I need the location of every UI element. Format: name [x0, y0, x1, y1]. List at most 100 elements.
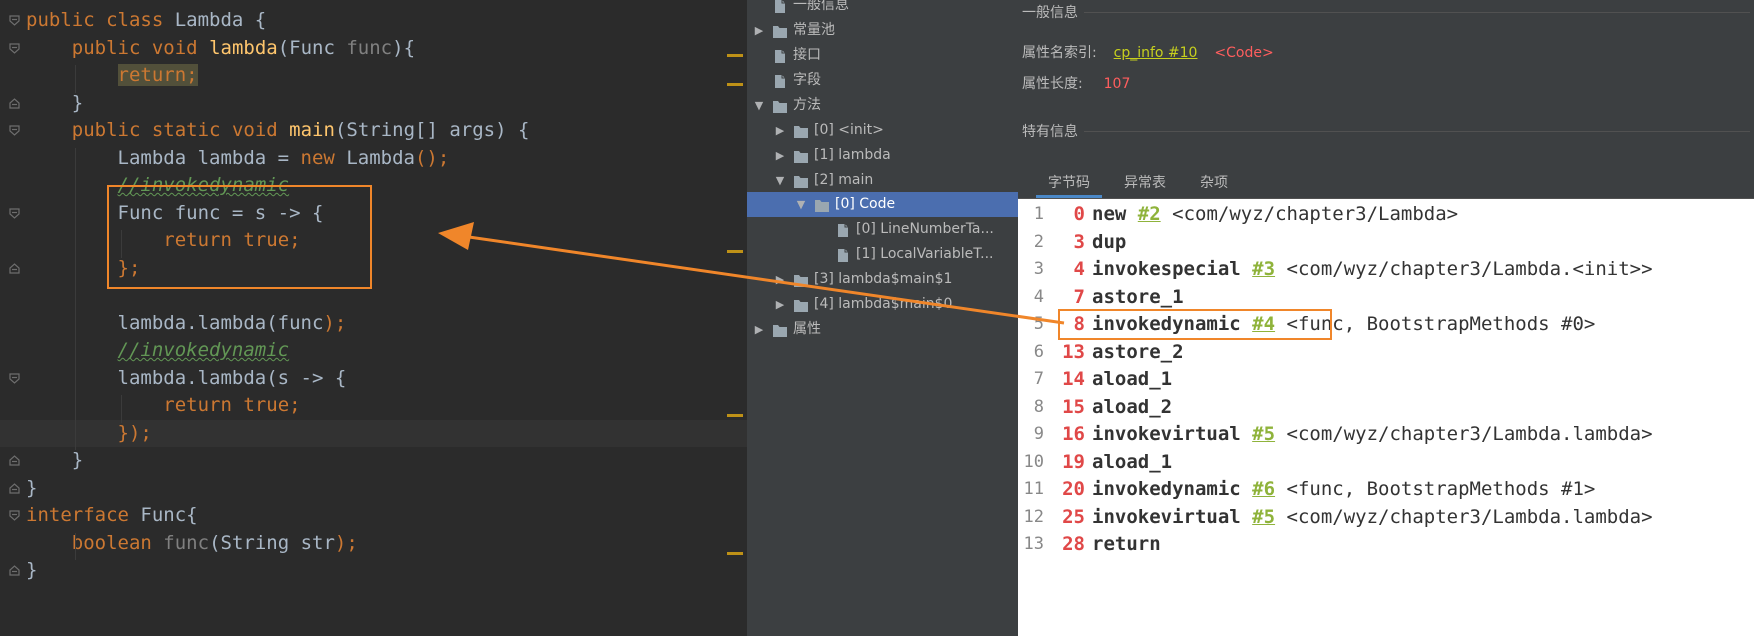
bytecode-line[interactable]: 8 15 aload_2: [1018, 394, 1754, 422]
tree-item[interactable]: ▼ [2] main: [747, 168, 1018, 193]
bytecode-offset: 4: [1073, 258, 1085, 280]
code-line[interactable]: //invokedynamic: [0, 337, 747, 365]
expand-arrow-icon[interactable]: ▼: [753, 93, 765, 118]
code-line[interactable]: Lambda lambda = new Lambda();: [0, 145, 747, 173]
tree-item[interactable]: ▶ [3] lambda$main$1: [747, 267, 1018, 292]
collapse-arrow-icon[interactable]: ▶: [753, 317, 765, 342]
tree-item[interactable]: ▶ 属性: [747, 317, 1018, 342]
warning-marker[interactable]: [727, 54, 743, 57]
bytecode-line[interactable]: 12 25 invokevirtual #5 <com/wyz/chapter3/L…: [1018, 504, 1754, 532]
constant-pool-ref-link[interactable]: #6: [1252, 478, 1275, 500]
tree-item[interactable]: ▼ [0] Code: [747, 192, 1018, 217]
tree-item-label: [2] main: [814, 172, 874, 188]
collapse-arrow-icon[interactable]: ▶: [774, 143, 786, 168]
tree-item[interactable]: [1] LocalVariableT...: [747, 242, 1018, 267]
attr-name-label: 属性名索引:: [1022, 45, 1097, 61]
tree-item[interactable]: ▼ 方法: [747, 93, 1018, 118]
bytecode-line[interactable]: 1 0 new #2 <com/wyz/chapter3/Lambda>: [1018, 201, 1754, 229]
attr-len-value: 107: [1103, 76, 1131, 92]
opcode: aload_1: [1092, 450, 1173, 473]
bytecode-line[interactable]: 9 16 invokevirtual #5 <com/wyz/chapter3/La…: [1018, 421, 1754, 449]
attr-name-link[interactable]: cp_info #10: [1114, 45, 1198, 61]
constant-pool-ref-link[interactable]: #2: [1138, 203, 1161, 225]
code-line[interactable]: lambda.lambda(s -> {: [0, 365, 747, 393]
tree-item[interactable]: 字段: [747, 68, 1018, 93]
tree-item-label: [4] lambda$main$0: [814, 296, 953, 312]
code-line[interactable]: lambda.lambda(func);: [0, 310, 747, 338]
bytecode-instruction: astore_2: [1092, 339, 1184, 367]
code-line[interactable]: boolean func(String str);: [0, 530, 747, 558]
collapse-arrow-icon[interactable]: ▶: [774, 267, 786, 292]
tree-item[interactable]: 一般信息: [747, 0, 1018, 18]
expand-arrow-icon[interactable]: ▼: [795, 192, 807, 217]
constant-pool-ref-link[interactable]: #5: [1252, 506, 1275, 528]
collapse-arrow-icon[interactable]: ▶: [774, 118, 786, 143]
bytecode-line[interactable]: 13 28 return: [1018, 531, 1754, 559]
opcode: invokespecial: [1092, 258, 1241, 280]
tree-item[interactable]: 接口: [747, 43, 1018, 68]
warning-marker[interactable]: [727, 552, 743, 555]
code-line[interactable]: });: [0, 419, 747, 447]
line-number: 13: [1023, 534, 1044, 554]
general-info-title: 一般信息: [1022, 5, 1078, 21]
bytecode-line[interactable]: 11 20 invokedynamic #6 <func, BootstrapMet…: [1018, 476, 1754, 504]
tab-exception-table[interactable]: 异常表: [1112, 168, 1178, 198]
tab-misc[interactable]: 杂项: [1188, 168, 1240, 198]
code-line[interactable]: }: [0, 557, 747, 585]
bytecode-line[interactable]: 10 19 aload_1: [1018, 449, 1754, 477]
line-number: 1: [1033, 204, 1044, 224]
class-structure-tree[interactable]: 一般信息 ▶ 常量池 接口 字段 ▼ 方法 ▶ [0] <init> ▶ [1] lambda ▼ [2…: [747, 0, 1018, 636]
warning-marker[interactable]: [727, 83, 743, 86]
code-line[interactable]: public static void main(String[] args) {: [0, 117, 747, 145]
code-line[interactable]: public class Lambda {: [0, 7, 747, 35]
bytecode-line[interactable]: 3 4 invokespecial #3 <com/wyz/chapter3/Lam…: [1018, 256, 1754, 284]
code-line[interactable]: public void lambda(Func func){: [0, 35, 747, 63]
collapse-arrow-icon[interactable]: ▶: [774, 292, 786, 317]
tree-item[interactable]: [0] LineNumberTa...: [747, 217, 1018, 242]
folder-icon: [814, 197, 830, 212]
file-icon: [835, 247, 851, 262]
code-line[interactable]: return true;: [0, 392, 747, 420]
divider: [1084, 12, 1750, 13]
bytecode-offset: 19: [1062, 450, 1085, 473]
expand-arrow-icon[interactable]: ▼: [774, 168, 786, 193]
collapse-arrow-icon[interactable]: ▶: [753, 18, 765, 43]
bytecode-view[interactable]: 1 0 new #2 <com/wyz/chapter3/Lambda> 2 3 dup 3…: [1018, 199, 1754, 636]
bytecode-instruction: invokedynamic #6 <func, BootstrapMethods…: [1092, 476, 1595, 504]
bytecode-line[interactable]: 7 14 aload_1: [1018, 366, 1754, 394]
opcode: return: [1092, 533, 1161, 555]
bytecode-line[interactable]: 6 13 astore_2: [1018, 339, 1754, 367]
tree-item[interactable]: ▶ [0] <init>: [747, 118, 1018, 143]
folder-icon: [793, 123, 809, 138]
divider: [1084, 131, 1750, 132]
tab-bytecode[interactable]: 字节码: [1036, 168, 1102, 198]
tree-item[interactable]: ▶ [1] lambda: [747, 143, 1018, 168]
bytecode-instruction: astore_1: [1092, 284, 1184, 312]
constant-pool-ref-link[interactable]: #5: [1252, 423, 1275, 445]
code-line[interactable]: }: [0, 90, 747, 118]
opcode: invokedynamic: [1092, 478, 1241, 500]
tree-item[interactable]: ▶ [4] lambda$main$0: [747, 292, 1018, 317]
warning-marker[interactable]: [727, 414, 743, 417]
code-line[interactable]: }: [0, 447, 747, 475]
lambda-highlight-box: [107, 185, 372, 289]
bytecode-line[interactable]: 2 3 dup: [1018, 229, 1754, 257]
opcode: aload_1: [1092, 368, 1173, 390]
code-line[interactable]: return;: [0, 62, 747, 90]
line-number: 4: [1033, 286, 1044, 307]
folder-icon: [793, 173, 809, 188]
tree-item-label: 属性: [793, 321, 821, 337]
bytecode-instruction: invokevirtual #5 <com/wyz/chapter3/Lambd…: [1092, 421, 1653, 449]
code-line[interactable]: interface Func{: [0, 502, 747, 530]
indent-guide: [75, 65, 76, 93]
bytecode-offset: 13: [1062, 340, 1085, 363]
line-number: 5: [1033, 314, 1044, 334]
attribute-detail-panel: 一般信息 属性名索引: cp_info #10 <Code> 属性长度: 107…: [1018, 0, 1754, 636]
bytecode-line[interactable]: 4 7 astore_1: [1018, 284, 1754, 312]
constant-pool-ref-link[interactable]: #3: [1252, 258, 1275, 280]
code-line-text: return;: [117, 64, 198, 86]
tree-item[interactable]: ▶ 常量池: [747, 18, 1018, 43]
warning-marker[interactable]: [727, 250, 743, 253]
code-editor[interactable]: public class Lambda { public void lambda…: [0, 0, 747, 636]
code-line[interactable]: }: [0, 475, 747, 503]
